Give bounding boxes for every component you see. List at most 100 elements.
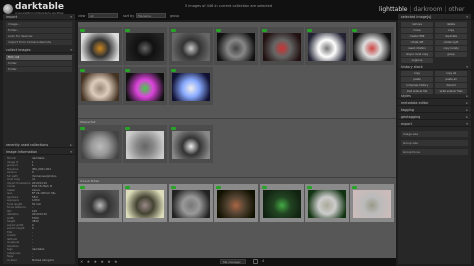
group-badge-icon[interactable] xyxy=(307,186,312,189)
image-size-field[interactable]: Image size xyxy=(401,131,468,137)
selected-images-header[interactable]: selected image[s] ▾ xyxy=(398,14,471,20)
ungroup-button[interactable]: ungroup xyxy=(401,58,433,63)
reset-rotation-button[interactable]: reset rotation xyxy=(401,46,433,51)
group-badge-icon[interactable] xyxy=(170,186,176,189)
thumbnail[interactable] xyxy=(350,184,395,222)
star-rating-filter[interactable]: ✕ ★ ★ ★ ★ ★ xyxy=(80,259,119,264)
group-badge-icon[interactable] xyxy=(80,186,85,189)
thumbnail[interactable] xyxy=(78,27,122,65)
geotagging-header[interactable]: geotagging ▸ xyxy=(398,114,471,120)
copy-all-button[interactable]: copy all xyxy=(435,71,467,76)
thumbnail[interactable] xyxy=(78,125,122,163)
thumbnail-image xyxy=(126,131,165,159)
group-size-field[interactable]: Group size xyxy=(401,140,468,146)
group-badge-icon[interactable] xyxy=(80,29,85,32)
rotate-right-button[interactable]: rotate right xyxy=(435,40,467,45)
thumbnail[interactable] xyxy=(350,27,395,65)
paste-all-button[interactable]: paste all xyxy=(435,77,467,82)
group-label: Wasserfall xyxy=(80,120,96,124)
compress-history-button[interactable]: compress history xyxy=(401,83,433,88)
sort-label: sort by xyxy=(123,14,135,18)
paste-button[interactable]: paste xyxy=(401,77,433,82)
thumbnail[interactable] xyxy=(305,184,349,222)
group-badge-icon[interactable] xyxy=(125,29,131,32)
resync-local-copy-button[interactable]: resync local copy xyxy=(401,52,433,57)
collect-folder-row-2[interactable]: folder xyxy=(6,67,72,72)
thumbnail[interactable] xyxy=(305,27,349,65)
thumbnail-image xyxy=(308,190,346,218)
styles-header[interactable]: styles ▸ xyxy=(398,93,471,99)
discard-button[interactable]: discard xyxy=(435,83,467,88)
group-badge-icon[interactable] xyxy=(80,127,85,130)
group-badge-icon[interactable] xyxy=(170,69,176,72)
layout-mode-select[interactable]: file manager xyxy=(220,259,246,264)
group-badge-icon[interactable] xyxy=(352,186,358,189)
history-stack-header[interactable]: history stack ▾ xyxy=(398,64,471,70)
group-badge-icon[interactable] xyxy=(216,186,222,189)
thumbnail[interactable] xyxy=(168,125,213,163)
recent-collections-header[interactable]: recently used collections ▸ xyxy=(3,142,75,148)
group-badge-icon[interactable] xyxy=(125,127,131,130)
group-toggle[interactable]: group xyxy=(170,14,179,18)
collect-filmroll-row[interactable]: film roll xyxy=(6,55,72,60)
move-button[interactable]: move xyxy=(401,28,433,33)
view-lighttable[interactable]: lighttable xyxy=(379,6,408,13)
zoom-level[interactable]: 4 xyxy=(262,259,264,263)
group-badge-icon[interactable] xyxy=(170,29,176,32)
group-badge-icon[interactable] xyxy=(80,69,85,72)
zoom-icon[interactable] xyxy=(253,259,258,264)
copy-button[interactable]: copy xyxy=(401,71,433,76)
thumbnail[interactable] xyxy=(168,67,213,105)
rotate-left-button[interactable]: rotate left xyxy=(401,40,433,45)
thumbnail[interactable] xyxy=(123,27,168,65)
group-separator xyxy=(78,118,396,119)
import-image-button[interactable]: image... xyxy=(6,22,72,27)
group-badge-icon[interactable] xyxy=(261,186,267,189)
scan-devices-button[interactable]: scan for devices xyxy=(6,34,72,39)
export-header[interactable]: export ▾ xyxy=(398,121,471,127)
lighttable-grid[interactable]: Wasserfall Urlaub Bilder xyxy=(78,22,396,258)
view-filter-select[interactable]: all xyxy=(88,13,118,18)
create-hdr-button[interactable]: create HDR xyxy=(401,34,433,39)
group-badge-icon[interactable] xyxy=(125,186,131,189)
remove-button[interactable]: remove xyxy=(401,22,433,27)
delete-button[interactable]: delete xyxy=(435,22,467,27)
tagging-header[interactable]: tagging ▸ xyxy=(398,107,471,113)
collect-folder-row[interactable]: folder xyxy=(6,61,72,66)
thumbnail-image xyxy=(353,33,392,61)
group-focus-field[interactable]: Group focus xyxy=(401,149,468,155)
import-camera-button[interactable]: import from Camera Remote xyxy=(6,40,72,45)
duplicate-button[interactable]: duplicate xyxy=(435,34,467,39)
left-panel: import ▾ image... folder... scan for devi… xyxy=(3,14,75,264)
copy-locally-button[interactable]: copy locally xyxy=(435,46,467,51)
thumbnail[interactable] xyxy=(123,67,168,105)
thumbnail[interactable] xyxy=(123,184,168,222)
thumbnail[interactable] xyxy=(123,125,168,163)
copy-button[interactable]: copy xyxy=(435,28,467,33)
import-folder-button[interactable]: folder... xyxy=(6,28,72,33)
group-badge-icon[interactable] xyxy=(352,29,358,32)
view-other[interactable]: other xyxy=(449,6,465,13)
group-button[interactable]: group xyxy=(435,52,467,57)
sort-select[interactable]: filename xyxy=(136,13,166,18)
thumbnail-image xyxy=(126,73,165,101)
thumbnail-image xyxy=(217,33,256,61)
thumbnail[interactable] xyxy=(78,184,122,222)
collect-section-header[interactable]: collect images ▾ xyxy=(3,47,75,53)
thumbnail[interactable] xyxy=(168,184,213,222)
thumbnail[interactable] xyxy=(259,184,304,222)
image-info-header[interactable]: image information ▾ xyxy=(3,149,75,155)
group-badge-icon[interactable] xyxy=(261,29,267,32)
thumbnail[interactable] xyxy=(259,27,304,65)
thumbnail[interactable] xyxy=(214,184,259,222)
view-darkroom[interactable]: darkroom xyxy=(414,6,443,13)
thumbnail[interactable] xyxy=(78,67,122,105)
group-badge-icon[interactable] xyxy=(307,29,312,32)
group-badge-icon[interactable] xyxy=(216,29,222,32)
group-badge-icon[interactable] xyxy=(170,127,176,130)
group-badge-icon[interactable] xyxy=(125,69,131,72)
thumbnail[interactable] xyxy=(168,27,213,65)
import-section-header[interactable]: import ▾ xyxy=(3,14,75,20)
metadata-editor-header[interactable]: metadata editor ▸ xyxy=(398,100,471,106)
thumbnail[interactable] xyxy=(214,27,259,65)
